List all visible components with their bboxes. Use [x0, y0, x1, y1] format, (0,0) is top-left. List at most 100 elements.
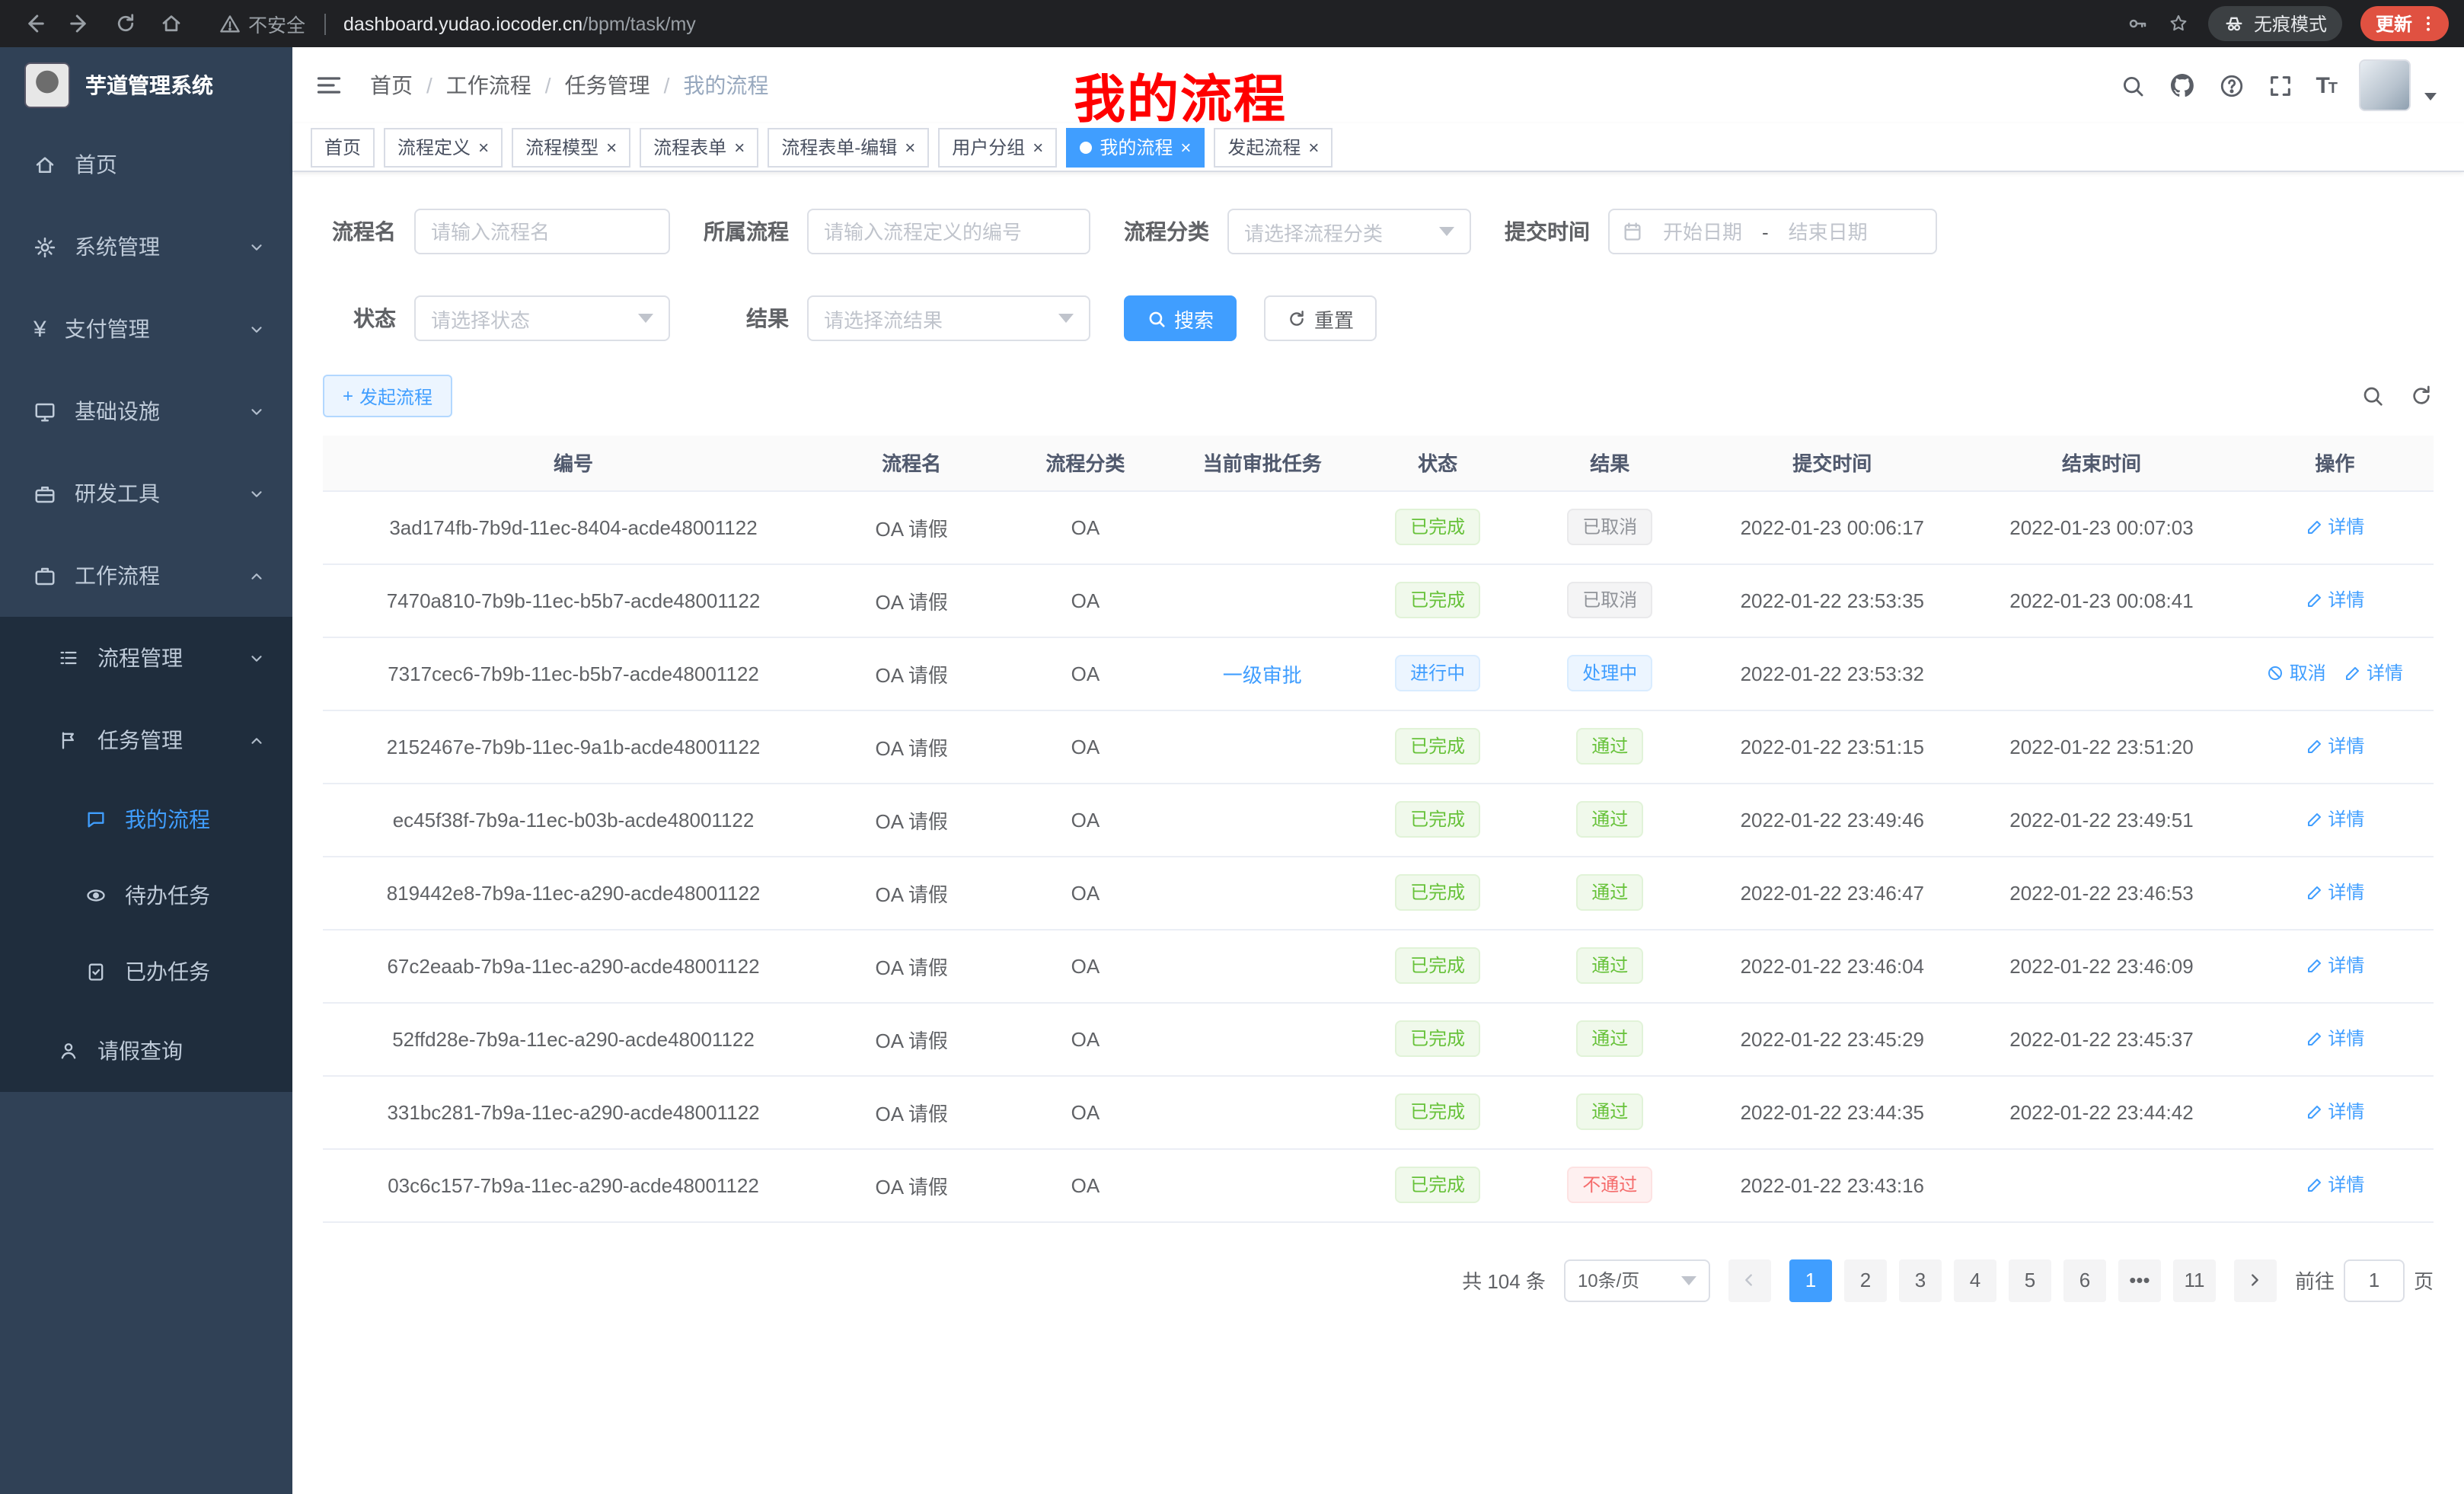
- start-date-input[interactable]: [1649, 220, 1756, 243]
- refresh-table-icon[interactable]: [2409, 384, 2434, 408]
- process-definition-input[interactable]: [807, 209, 1090, 254]
- cell-current-task: [1172, 1148, 1354, 1221]
- hamburger-icon[interactable]: [315, 72, 343, 99]
- tab-label: 流程表单: [653, 134, 726, 160]
- detail-link[interactable]: 详情: [2344, 660, 2403, 686]
- close-icon[interactable]: ×: [905, 138, 915, 156]
- tab-process-form[interactable]: 流程表单 ×: [640, 127, 758, 167]
- current-task-link[interactable]: 一级审批: [1223, 663, 1302, 686]
- cancel-link[interactable]: 取消: [2267, 660, 2326, 686]
- breadcrumb-item-home[interactable]: 首页: [370, 70, 413, 101]
- initiate-process-button[interactable]: + 发起流程: [323, 375, 452, 417]
- help-icon[interactable]: [2218, 72, 2244, 98]
- reload-icon[interactable]: [107, 5, 143, 42]
- detail-link[interactable]: 详情: [2305, 587, 2364, 613]
- page-button[interactable]: 11: [2173, 1259, 2216, 1301]
- avatar[interactable]: [2359, 59, 2411, 111]
- table-row: 819442e8-7b9a-11ec-a290-acde48001122 OA …: [323, 856, 2434, 929]
- page-button[interactable]: 6: [2063, 1259, 2106, 1301]
- tab-process-form-edit[interactable]: 流程表单-编辑×: [768, 127, 929, 167]
- page-button[interactable]: 3: [1899, 1259, 1942, 1301]
- close-icon[interactable]: ×: [734, 138, 745, 156]
- chevron-up-icon: [248, 732, 265, 749]
- table-header-row: 编号 流程名 流程分类 当前审批任务 状态 结果 提交时间 结束时间 操作: [323, 436, 2434, 490]
- filter-form-row-2: 状态 请选择状态 结果 请选择流结果: [323, 295, 2434, 341]
- forward-icon[interactable]: [61, 5, 97, 42]
- reset-button[interactable]: 重置: [1264, 295, 1377, 341]
- sidebar-item-infrastructure[interactable]: 基础设施: [0, 370, 292, 452]
- github-icon[interactable]: [2168, 72, 2195, 99]
- close-icon[interactable]: ×: [478, 138, 489, 156]
- sidebar-item-leave-query[interactable]: 请假查询: [0, 1010, 292, 1092]
- sidebar-item-my-processes[interactable]: 我的流程: [0, 781, 292, 857]
- end-date-input[interactable]: [1775, 220, 1882, 243]
- cell-category: OA: [999, 783, 1171, 856]
- close-icon[interactable]: ×: [1180, 138, 1191, 156]
- goto-page-input[interactable]: [2344, 1259, 2405, 1301]
- tab-home[interactable]: 首页: [311, 127, 375, 167]
- app-logo[interactable]: 芋道管理系统: [0, 47, 292, 123]
- sidebar-item-task-management[interactable]: 任务管理: [0, 699, 292, 781]
- bookmark-star-icon[interactable]: [2167, 12, 2190, 35]
- category-select[interactable]: 请选择流程分类: [1227, 209, 1471, 254]
- page-button[interactable]: 2: [1844, 1259, 1887, 1301]
- search-toggle-icon[interactable]: [2360, 384, 2385, 408]
- tab-my-processes[interactable]: 我的流程×: [1066, 127, 1205, 167]
- submit-time-range-picker[interactable]: -: [1608, 209, 1937, 254]
- update-button[interactable]: 更新: [2360, 6, 2449, 41]
- close-icon[interactable]: ×: [1308, 138, 1319, 156]
- detail-link[interactable]: 详情: [2305, 953, 2364, 978]
- menu-dots-icon[interactable]: [2418, 14, 2438, 34]
- tab-user-group[interactable]: 用户分组×: [938, 127, 1057, 167]
- detail-link[interactable]: 详情: [2305, 1026, 2364, 1052]
- page-button[interactable]: 5: [2009, 1259, 2051, 1301]
- tab-initiate-process[interactable]: 发起流程×: [1214, 127, 1333, 167]
- sidebar-item-process-management[interactable]: 流程管理: [0, 617, 292, 699]
- close-icon[interactable]: ×: [1033, 138, 1043, 156]
- yen-icon: ¥: [34, 318, 46, 340]
- result-select[interactable]: 请选择流结果: [807, 295, 1090, 341]
- chevron-down-icon[interactable]: [2424, 92, 2437, 100]
- sidebar-item-todo-tasks[interactable]: 待办任务: [0, 857, 292, 934]
- close-icon[interactable]: ×: [606, 138, 617, 156]
- font-size-icon[interactable]: TT: [2316, 72, 2336, 98]
- breadcrumb-item-task-management[interactable]: 任务管理: [565, 70, 650, 101]
- sidebar-item-home[interactable]: 首页: [0, 123, 292, 206]
- chat-icon: [85, 809, 107, 830]
- sidebar-item-done-tasks[interactable]: 已办任务: [0, 934, 292, 1010]
- back-icon[interactable]: [15, 5, 52, 42]
- fullscreen-icon[interactable]: [2267, 72, 2293, 98]
- page-button[interactable]: 4: [1954, 1259, 1996, 1301]
- next-page-button[interactable]: [2234, 1259, 2277, 1301]
- reset-button-label: 重置: [1314, 304, 1354, 333]
- detail-link[interactable]: 详情: [2305, 733, 2364, 759]
- table-row: ec45f38f-7b9a-11ec-b03b-acde48001122 OA …: [323, 783, 2434, 856]
- more-pages-button[interactable]: •••: [2118, 1259, 2161, 1301]
- status-select[interactable]: 请选择状态: [414, 295, 670, 341]
- detail-link[interactable]: 详情: [2305, 1099, 2364, 1125]
- breadcrumb-item-workflow[interactable]: 工作流程: [446, 70, 531, 101]
- address-bar[interactable]: 不安全 dashboard.yudao.iocoder.cn/bpm/task/…: [219, 9, 2126, 38]
- detail-link[interactable]: 详情: [2305, 514, 2364, 540]
- process-name-input[interactable]: [414, 209, 670, 254]
- page-number-list: 1 2 3 4 5 6 ••• 11: [1789, 1259, 2216, 1301]
- page-button[interactable]: 1: [1789, 1259, 1832, 1301]
- sidebar-item-system[interactable]: 系统管理: [0, 206, 292, 288]
- detail-link[interactable]: 详情: [2305, 879, 2364, 905]
- detail-link[interactable]: 详情: [2305, 1172, 2364, 1198]
- prev-page-button[interactable]: [1728, 1259, 1771, 1301]
- tab-process-definition[interactable]: 流程定义×: [384, 127, 503, 167]
- sidebar-item-workflow[interactable]: 工作流程: [0, 535, 292, 617]
- key-icon[interactable]: [2126, 12, 2149, 35]
- tab-process-model[interactable]: 流程模型×: [512, 127, 630, 167]
- search-icon[interactable]: [2119, 72, 2145, 98]
- search-button[interactable]: 搜索: [1124, 295, 1237, 341]
- page-size-select[interactable]: 10条/页: [1564, 1259, 1710, 1301]
- sidebar-item-payment[interactable]: ¥ 支付管理: [0, 288, 292, 370]
- cell-current-task: [1172, 783, 1354, 856]
- detail-link[interactable]: 详情: [2305, 806, 2364, 832]
- home-icon[interactable]: [152, 5, 189, 42]
- cell-id: ec45f38f-7b9a-11ec-b03b-acde48001122: [323, 783, 824, 856]
- sidebar-item-devtools[interactable]: 研发工具: [0, 452, 292, 535]
- cell-current-task: [1172, 1075, 1354, 1148]
